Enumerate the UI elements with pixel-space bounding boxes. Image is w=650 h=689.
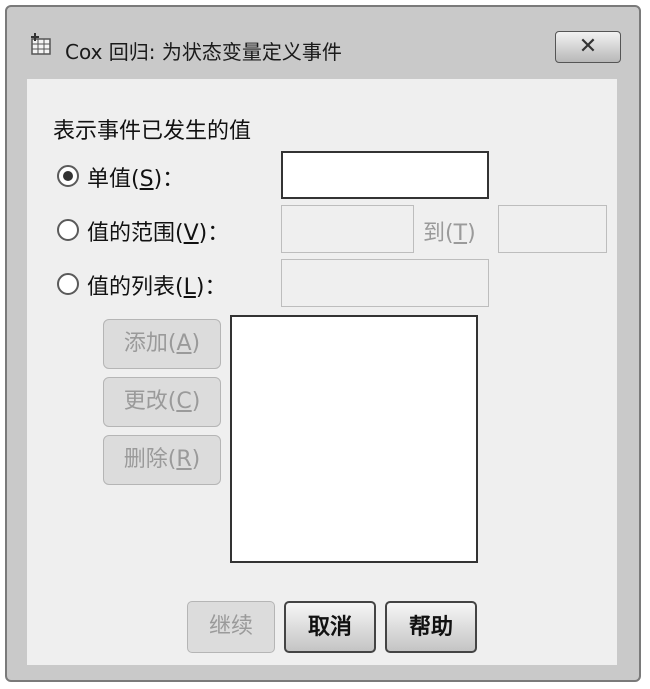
close-button[interactable]: ✕ [555, 31, 621, 63]
range-from-input[interactable] [281, 205, 414, 253]
dialog-content: 表示事件已发生的值 单值(S)： 值的范围(V)： 到(T) 值的列表(L)： … [27, 79, 617, 665]
single-value-label[interactable]: 单值(S)： [87, 161, 184, 193]
single-value-radio[interactable] [57, 165, 79, 187]
value-list-label[interactable]: 值的列表(L)： [87, 269, 226, 301]
cancel-button[interactable]: 取消 [284, 601, 376, 653]
help-button[interactable]: 帮助 [385, 601, 477, 653]
single-value-input[interactable] [281, 151, 489, 199]
remove-button[interactable]: 删除(R) [103, 435, 221, 485]
values-listbox[interactable] [230, 315, 478, 563]
value-list-input[interactable] [281, 259, 489, 307]
data-table-icon [29, 33, 53, 57]
dialog-window: Cox 回归: 为状态变量定义事件 ✕ 表示事件已发生的值 单值(S)： 值的范… [5, 5, 641, 682]
add-button[interactable]: 添加(A) [103, 319, 221, 369]
change-button[interactable]: 更改(C) [103, 377, 221, 427]
value-list-radio[interactable] [57, 273, 79, 295]
range-to-label: 到(T) [423, 221, 476, 246]
radio-selected-dot [63, 171, 73, 181]
continue-button[interactable]: 继续 [187, 601, 275, 653]
event-value-group-label: 表示事件已发生的值 [53, 119, 252, 144]
range-to-input[interactable] [498, 205, 607, 253]
title-bar[interactable]: Cox 回归: 为状态变量定义事件 ✕ [7, 7, 639, 79]
value-range-label[interactable]: 值的范围(V)： [87, 215, 229, 247]
window-title: Cox 回归: 为状态变量定义事件 [65, 40, 342, 64]
close-icon: ✕ [578, 34, 598, 59]
value-range-radio[interactable] [57, 219, 79, 241]
